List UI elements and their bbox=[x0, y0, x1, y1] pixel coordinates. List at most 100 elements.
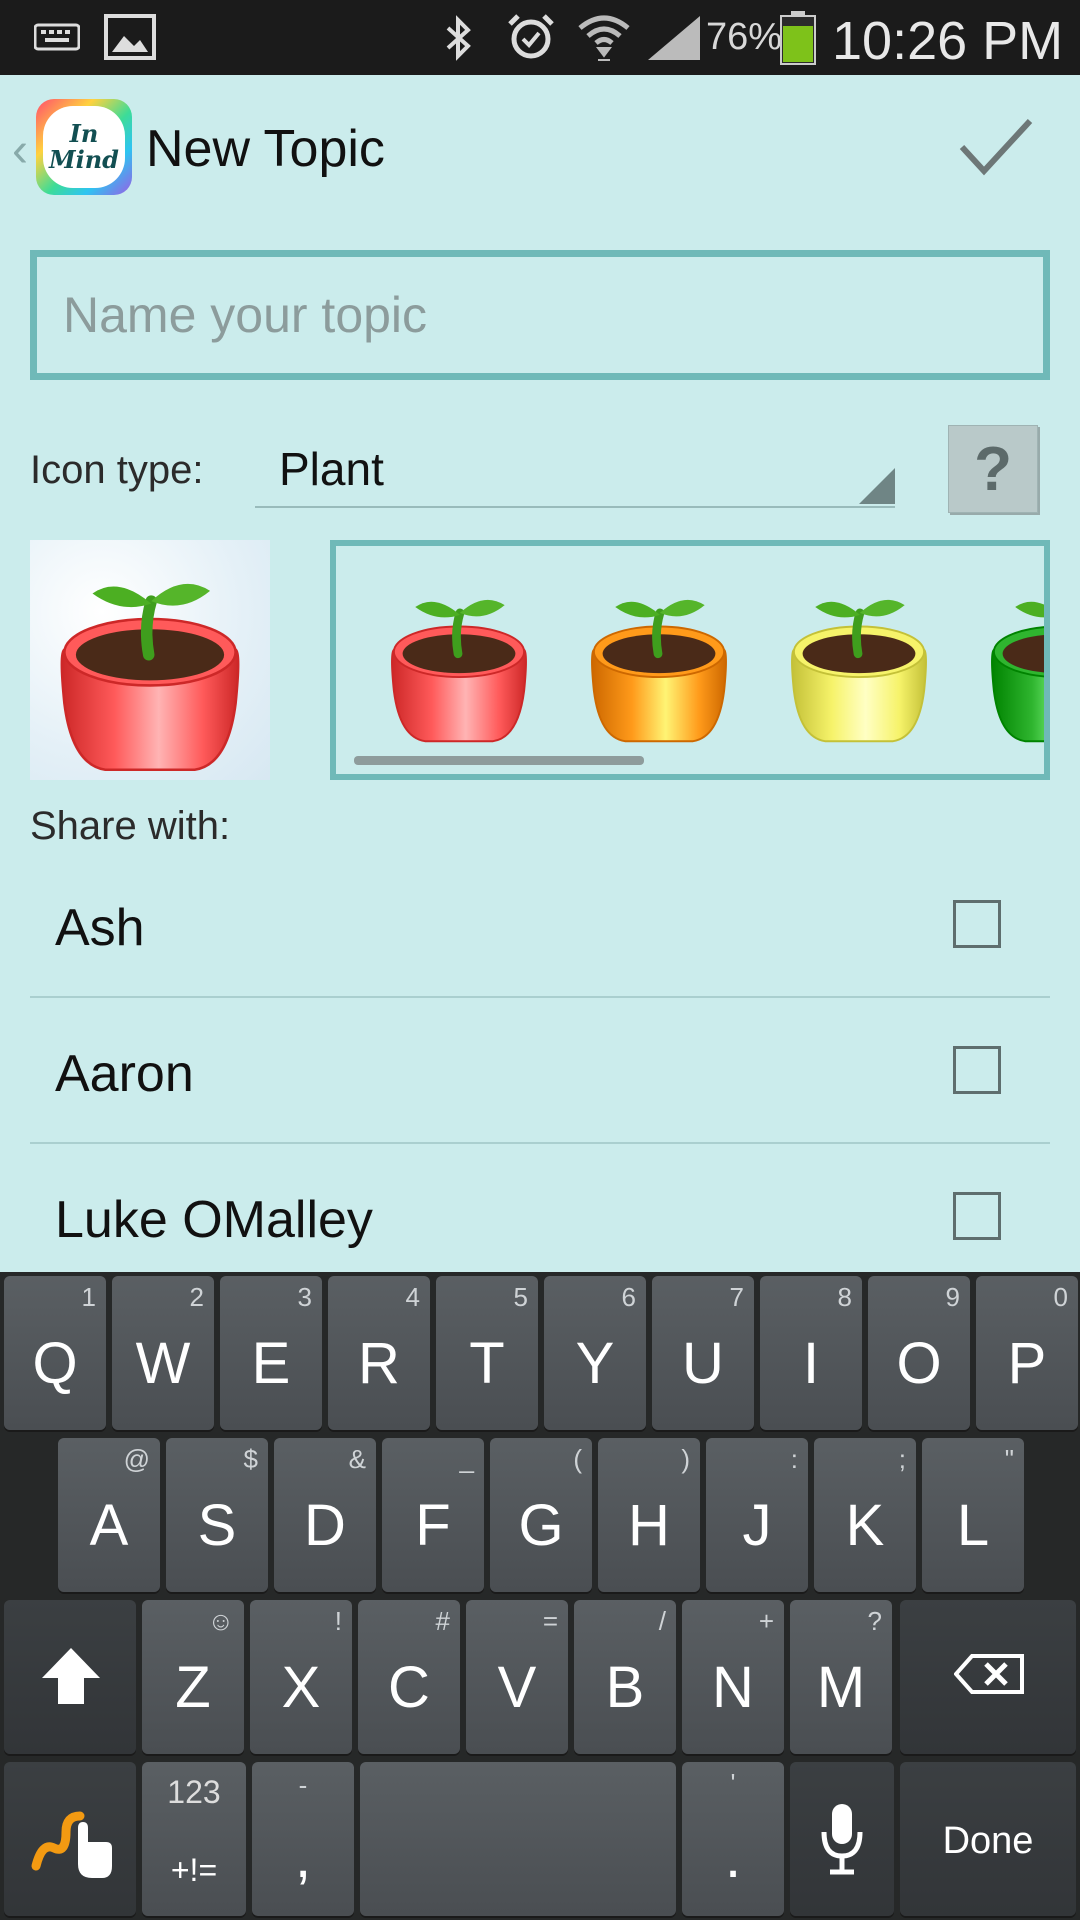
plant-pot-option-icon[interactable] bbox=[384, 574, 534, 754]
key-z[interactable]: ☺ Z bbox=[142, 1600, 244, 1754]
comma-key[interactable]: - , bbox=[252, 1762, 354, 1916]
voice-input-key[interactable] bbox=[790, 1762, 894, 1916]
done-key-label: Done bbox=[942, 1820, 1034, 1862]
key-f[interactable]: _ F bbox=[382, 1438, 484, 1592]
period-key[interactable]: ' . bbox=[682, 1762, 784, 1916]
alarm-icon bbox=[508, 14, 554, 59]
key-alt-label: " bbox=[1004, 1444, 1014, 1474]
help-button[interactable]: ? bbox=[948, 425, 1038, 513]
key-alt-label: 5 bbox=[513, 1282, 528, 1312]
key-label: L bbox=[956, 1493, 990, 1558]
wifi-icon bbox=[578, 15, 630, 61]
contact-row-ash[interactable]: Ash bbox=[30, 852, 1050, 998]
key-n[interactable]: + N bbox=[682, 1600, 784, 1754]
topic-name-field[interactable] bbox=[30, 250, 1050, 380]
key-i[interactable]: 8I bbox=[760, 1276, 862, 1430]
key-alt-label: ☺ bbox=[207, 1606, 234, 1636]
key-l[interactable]: " L bbox=[922, 1438, 1024, 1592]
logo-text-line2: Mind bbox=[49, 145, 119, 174]
key-w[interactable]: 2W bbox=[112, 1276, 214, 1430]
check-icon[interactable] bbox=[958, 115, 1034, 177]
key-label: K bbox=[845, 1493, 885, 1558]
key-alt-label: $ bbox=[243, 1444, 258, 1474]
space-key[interactable] bbox=[360, 1762, 676, 1916]
key-label: P bbox=[1007, 1331, 1047, 1396]
key-u[interactable]: 7U bbox=[652, 1276, 754, 1430]
key-alt-label: # bbox=[435, 1606, 450, 1636]
period-key-label: . bbox=[724, 1825, 742, 1890]
plant-pot-option-icon[interactable] bbox=[784, 574, 934, 754]
key-label: Z bbox=[175, 1655, 211, 1720]
logo-text-line1: In bbox=[69, 119, 99, 148]
microphone-icon bbox=[821, 1804, 863, 1875]
key-m[interactable]: ? M bbox=[790, 1600, 892, 1754]
key-a[interactable]: @ A bbox=[58, 1438, 160, 1592]
key-label: X bbox=[281, 1655, 321, 1720]
key-alt-label: 7 bbox=[729, 1282, 744, 1312]
backspace-icon bbox=[954, 1654, 1024, 1694]
key-label: M bbox=[816, 1655, 866, 1720]
key-alt-label: ) bbox=[681, 1444, 690, 1474]
battery-icon bbox=[780, 11, 816, 65]
keyboard-icon bbox=[34, 23, 80, 51]
key-b[interactable]: / B bbox=[574, 1600, 676, 1754]
symbols-key[interactable]: 123 +!= bbox=[142, 1762, 246, 1916]
key-alt-label: 4 bbox=[405, 1282, 420, 1312]
key-label: T bbox=[469, 1331, 505, 1396]
icon-picker[interactable] bbox=[330, 540, 1050, 780]
key-r[interactable]: 4R bbox=[328, 1276, 430, 1430]
share-with-label: Share with: bbox=[30, 804, 231, 848]
swype-key[interactable] bbox=[4, 1762, 136, 1916]
key-p[interactable]: 0P bbox=[976, 1276, 1078, 1430]
key-alt-label: 9 bbox=[945, 1282, 960, 1312]
key-alt-label: = bbox=[542, 1606, 558, 1636]
topic-name-input[interactable] bbox=[37, 257, 1043, 373]
plant-pot-option-icon[interactable] bbox=[584, 574, 734, 754]
icon-type-label: Icon type: bbox=[30, 448, 204, 492]
swype-gesture-icon bbox=[31, 1811, 112, 1878]
key-h[interactable]: ) H bbox=[598, 1438, 700, 1592]
app-logo[interactable]: In Mind bbox=[36, 99, 132, 195]
key-v[interactable]: = V bbox=[466, 1600, 568, 1754]
key-x[interactable]: ! X bbox=[250, 1600, 352, 1754]
shift-arrow-icon bbox=[42, 1648, 100, 1704]
contact-row-aaron[interactable]: Aaron bbox=[30, 998, 1050, 1144]
key-y[interactable]: 6Y bbox=[544, 1276, 646, 1430]
dropdown-triangle-icon bbox=[859, 468, 895, 504]
contact-row-luke-omalley[interactable]: Luke OMalley bbox=[30, 1144, 1050, 1272]
key-q[interactable]: 1Q bbox=[4, 1276, 106, 1430]
backspace-key[interactable] bbox=[900, 1600, 1076, 1754]
done-key[interactable]: Done bbox=[900, 1762, 1076, 1916]
symbols-key-bottom: +!= bbox=[170, 1852, 218, 1888]
share-checkbox[interactable] bbox=[953, 900, 1001, 948]
key-label: C bbox=[388, 1655, 430, 1720]
key-alt-label: _ bbox=[459, 1444, 474, 1474]
key-alt-label: @ bbox=[123, 1444, 150, 1474]
share-checkbox[interactable] bbox=[953, 1046, 1001, 1094]
key-j[interactable]: :J bbox=[706, 1438, 808, 1592]
key-alt-label: / bbox=[658, 1606, 666, 1636]
key-label: O bbox=[896, 1331, 942, 1396]
key-e[interactable]: 3E bbox=[220, 1276, 322, 1430]
back-chevron-icon[interactable]: ‹ bbox=[12, 123, 28, 178]
key-alt-label: 2 bbox=[189, 1282, 204, 1312]
shift-key[interactable] bbox=[4, 1600, 136, 1754]
key-label: S bbox=[197, 1493, 237, 1558]
icon-type-dropdown[interactable]: Plant bbox=[255, 428, 895, 508]
plant-pot-preview-icon bbox=[50, 550, 250, 785]
key-k[interactable]: ; K bbox=[814, 1438, 916, 1592]
key-label: D bbox=[304, 1493, 346, 1558]
plant-pot-option-icon[interactable] bbox=[984, 574, 1044, 754]
key-c[interactable]: # C bbox=[358, 1600, 460, 1754]
key-t[interactable]: 5T bbox=[436, 1276, 538, 1430]
key-s[interactable]: $ S bbox=[166, 1438, 268, 1592]
key-alt-label: 1 bbox=[81, 1282, 96, 1312]
key-o[interactable]: 9O bbox=[868, 1276, 970, 1430]
key-alt-label: ? bbox=[867, 1606, 882, 1636]
key-g[interactable]: (G bbox=[490, 1438, 592, 1592]
picker-scrollbar[interactable] bbox=[354, 756, 644, 765]
key-d[interactable]: & D bbox=[274, 1438, 376, 1592]
key-alt-label: ; bbox=[898, 1444, 906, 1474]
share-checkbox[interactable] bbox=[953, 1192, 1001, 1240]
symbols-key-top: 123 bbox=[167, 1774, 221, 1810]
